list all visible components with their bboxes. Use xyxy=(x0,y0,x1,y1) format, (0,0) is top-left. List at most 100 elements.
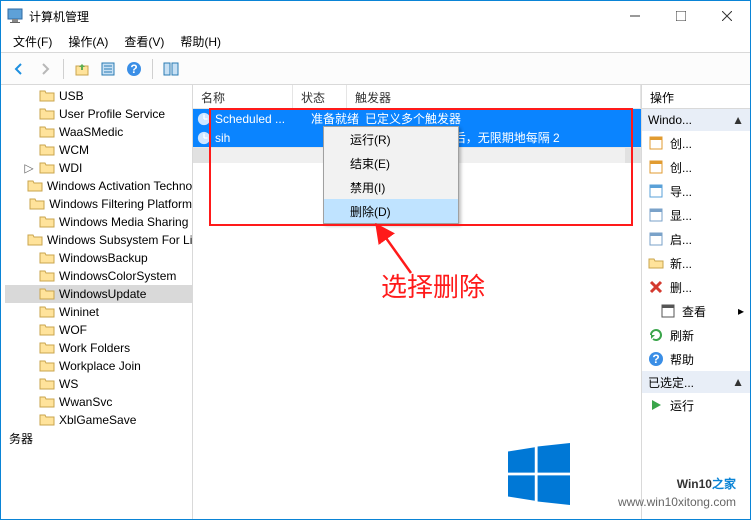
tree-item-label: Windows Filtering Platform xyxy=(49,197,192,211)
tree-item[interactable]: WOF xyxy=(5,321,192,339)
column-header-trigger[interactable]: 触发器 xyxy=(347,85,641,108)
tree-item-label: WS xyxy=(59,377,78,391)
tree-item[interactable]: Work Folders xyxy=(5,339,192,357)
help-button[interactable]: ? xyxy=(122,57,146,81)
menu-help[interactable]: 帮助(H) xyxy=(172,31,229,52)
tree-item-label: WCM xyxy=(59,143,89,157)
task-state: 准备就绪 xyxy=(311,110,365,127)
action-item[interactable]: 显... xyxy=(642,203,750,227)
tree-item-label: User Profile Service xyxy=(59,107,165,121)
tree-item[interactable]: Workplace Join xyxy=(5,357,192,375)
tree-item[interactable]: WaaSMedic xyxy=(5,123,192,141)
actions-section-header[interactable]: Windo... ▲ xyxy=(642,109,750,131)
tree-item[interactable]: Wininet xyxy=(5,303,192,321)
actions-section-label: 已选定... xyxy=(648,374,694,391)
action-label: 运行 xyxy=(670,397,694,414)
actions-pane: 操作 Windo... ▲ 创...创...导...显...启...新...删.… xyxy=(642,85,750,519)
action-item[interactable]: 启... xyxy=(642,227,750,251)
tree-item[interactable]: Windows Filtering Platform xyxy=(5,195,192,213)
action-label: 创... xyxy=(670,135,692,152)
context-menu-delete[interactable]: 删除(D) xyxy=(324,199,458,223)
action-label: 创... xyxy=(670,159,692,176)
actions-section-header[interactable]: 已选定... ▲ xyxy=(642,371,750,393)
properties-button[interactable] xyxy=(96,57,120,81)
submenu-arrow-icon: ▸ xyxy=(738,304,744,318)
action-item[interactable]: 查看▸ xyxy=(642,299,750,323)
tree-item-label: Windows Activation Technologies xyxy=(47,179,192,193)
tree-item-label: WOF xyxy=(59,323,87,337)
tree-item[interactable]: USB xyxy=(5,87,192,105)
tree-item[interactable]: ▷WDI xyxy=(5,159,192,177)
task-list-header: 名称 状态 触发器 xyxy=(193,85,641,109)
watermark: Win10之家 www.win10xitong.com xyxy=(618,463,736,509)
tree-item[interactable]: WindowsBackup xyxy=(5,249,192,267)
tree-item-label: USB xyxy=(59,89,84,103)
svg-text:?: ? xyxy=(130,62,137,76)
action-item[interactable]: 新... xyxy=(642,251,750,275)
maximize-button[interactable] xyxy=(658,1,704,31)
tree-item-label: WindowsBackup xyxy=(59,251,148,265)
action-item[interactable]: 删... xyxy=(642,275,750,299)
tree-item-label: WaaSMedic xyxy=(59,125,123,139)
context-menu-disable[interactable]: 禁用(I) xyxy=(324,175,458,199)
toolbar-separator xyxy=(152,59,153,79)
tree-item-label: WindowsUpdate xyxy=(59,287,146,301)
tool-bar: ? xyxy=(1,53,750,85)
windows-logo-icon xyxy=(508,443,570,505)
action-item[interactable]: 运行 xyxy=(642,393,750,417)
task-name: sih xyxy=(215,131,311,145)
nav-back-button[interactable] xyxy=(7,57,31,81)
action-label: 刷新 xyxy=(670,327,694,344)
action-item[interactable]: ?帮助 xyxy=(642,347,750,371)
tree-item[interactable]: User Profile Service xyxy=(5,105,192,123)
menu-view[interactable]: 查看(V) xyxy=(116,31,172,52)
tree-item[interactable]: WwanSvc xyxy=(5,393,192,411)
navigation-tree[interactable]: USB User Profile Service WaaSMedic WCM ▷WDI W… xyxy=(1,85,193,519)
action-label: 启... xyxy=(670,231,692,248)
context-menu: 运行(R) 结束(E) 禁用(I) 删除(D) xyxy=(323,126,459,224)
action-label: 显... xyxy=(670,207,692,224)
action-item[interactable]: 创... xyxy=(642,131,750,155)
tree-item-label: Windows Media Sharing xyxy=(59,215,188,229)
menu-bar: 文件(F) 操作(A) 查看(V) 帮助(H) xyxy=(1,31,750,53)
tree-item[interactable]: WindowsColorSystem xyxy=(5,267,192,285)
tree-item-label: Workplace Join xyxy=(59,359,141,373)
action-item[interactable]: 刷新 xyxy=(642,323,750,347)
tree-item-label: XblGameSave xyxy=(59,413,136,427)
app-icon xyxy=(7,8,23,24)
tree-item[interactable]: Windows Activation Technologies xyxy=(5,177,192,195)
collapse-icon: ▲ xyxy=(732,375,744,389)
up-level-button[interactable] xyxy=(70,57,94,81)
menu-action[interactable]: 操作(A) xyxy=(60,31,116,52)
task-name: Scheduled ... xyxy=(215,112,311,126)
tree-item[interactable]: Windows Media Sharing xyxy=(5,213,192,231)
watermark-brand: Win10之家 xyxy=(618,463,736,495)
tree-item-label: WindowsColorSystem xyxy=(59,269,176,283)
tree-item[interactable]: WS xyxy=(5,375,192,393)
menu-file[interactable]: 文件(F) xyxy=(5,31,60,52)
toolbar-separator xyxy=(63,59,64,79)
close-button[interactable] xyxy=(704,1,750,31)
column-header-name[interactable]: 名称 xyxy=(193,85,293,108)
minimize-button[interactable] xyxy=(612,1,658,31)
action-label: 帮助 xyxy=(670,351,694,368)
window-title: 计算机管理 xyxy=(29,8,612,25)
action-item[interactable]: 创... xyxy=(642,155,750,179)
watermark-url: www.win10xitong.com xyxy=(618,495,736,509)
tree-item[interactable]: WCM xyxy=(5,141,192,159)
title-bar: 计算机管理 xyxy=(1,1,750,31)
column-header-state[interactable]: 状态 xyxy=(293,85,347,108)
tree-item-label: WwanSvc xyxy=(59,395,112,409)
tree-footer-label: 务器 xyxy=(5,429,192,447)
collapse-icon: ▲ xyxy=(732,113,744,127)
action-item[interactable]: 导... xyxy=(642,179,750,203)
context-menu-end[interactable]: 结束(E) xyxy=(324,151,458,175)
context-menu-run[interactable]: 运行(R) xyxy=(324,127,458,151)
expander-icon[interactable]: ▷ xyxy=(23,161,35,175)
tree-item[interactable]: XblGameSave xyxy=(5,411,192,429)
nav-forward-button[interactable] xyxy=(33,57,57,81)
tree-item[interactable]: Windows Subsystem For Linux xyxy=(5,231,192,249)
tree-item-label: Windows Subsystem For Linux xyxy=(47,233,192,247)
view-toggle-button[interactable] xyxy=(159,57,183,81)
tree-item[interactable]: WindowsUpdate xyxy=(5,285,192,303)
